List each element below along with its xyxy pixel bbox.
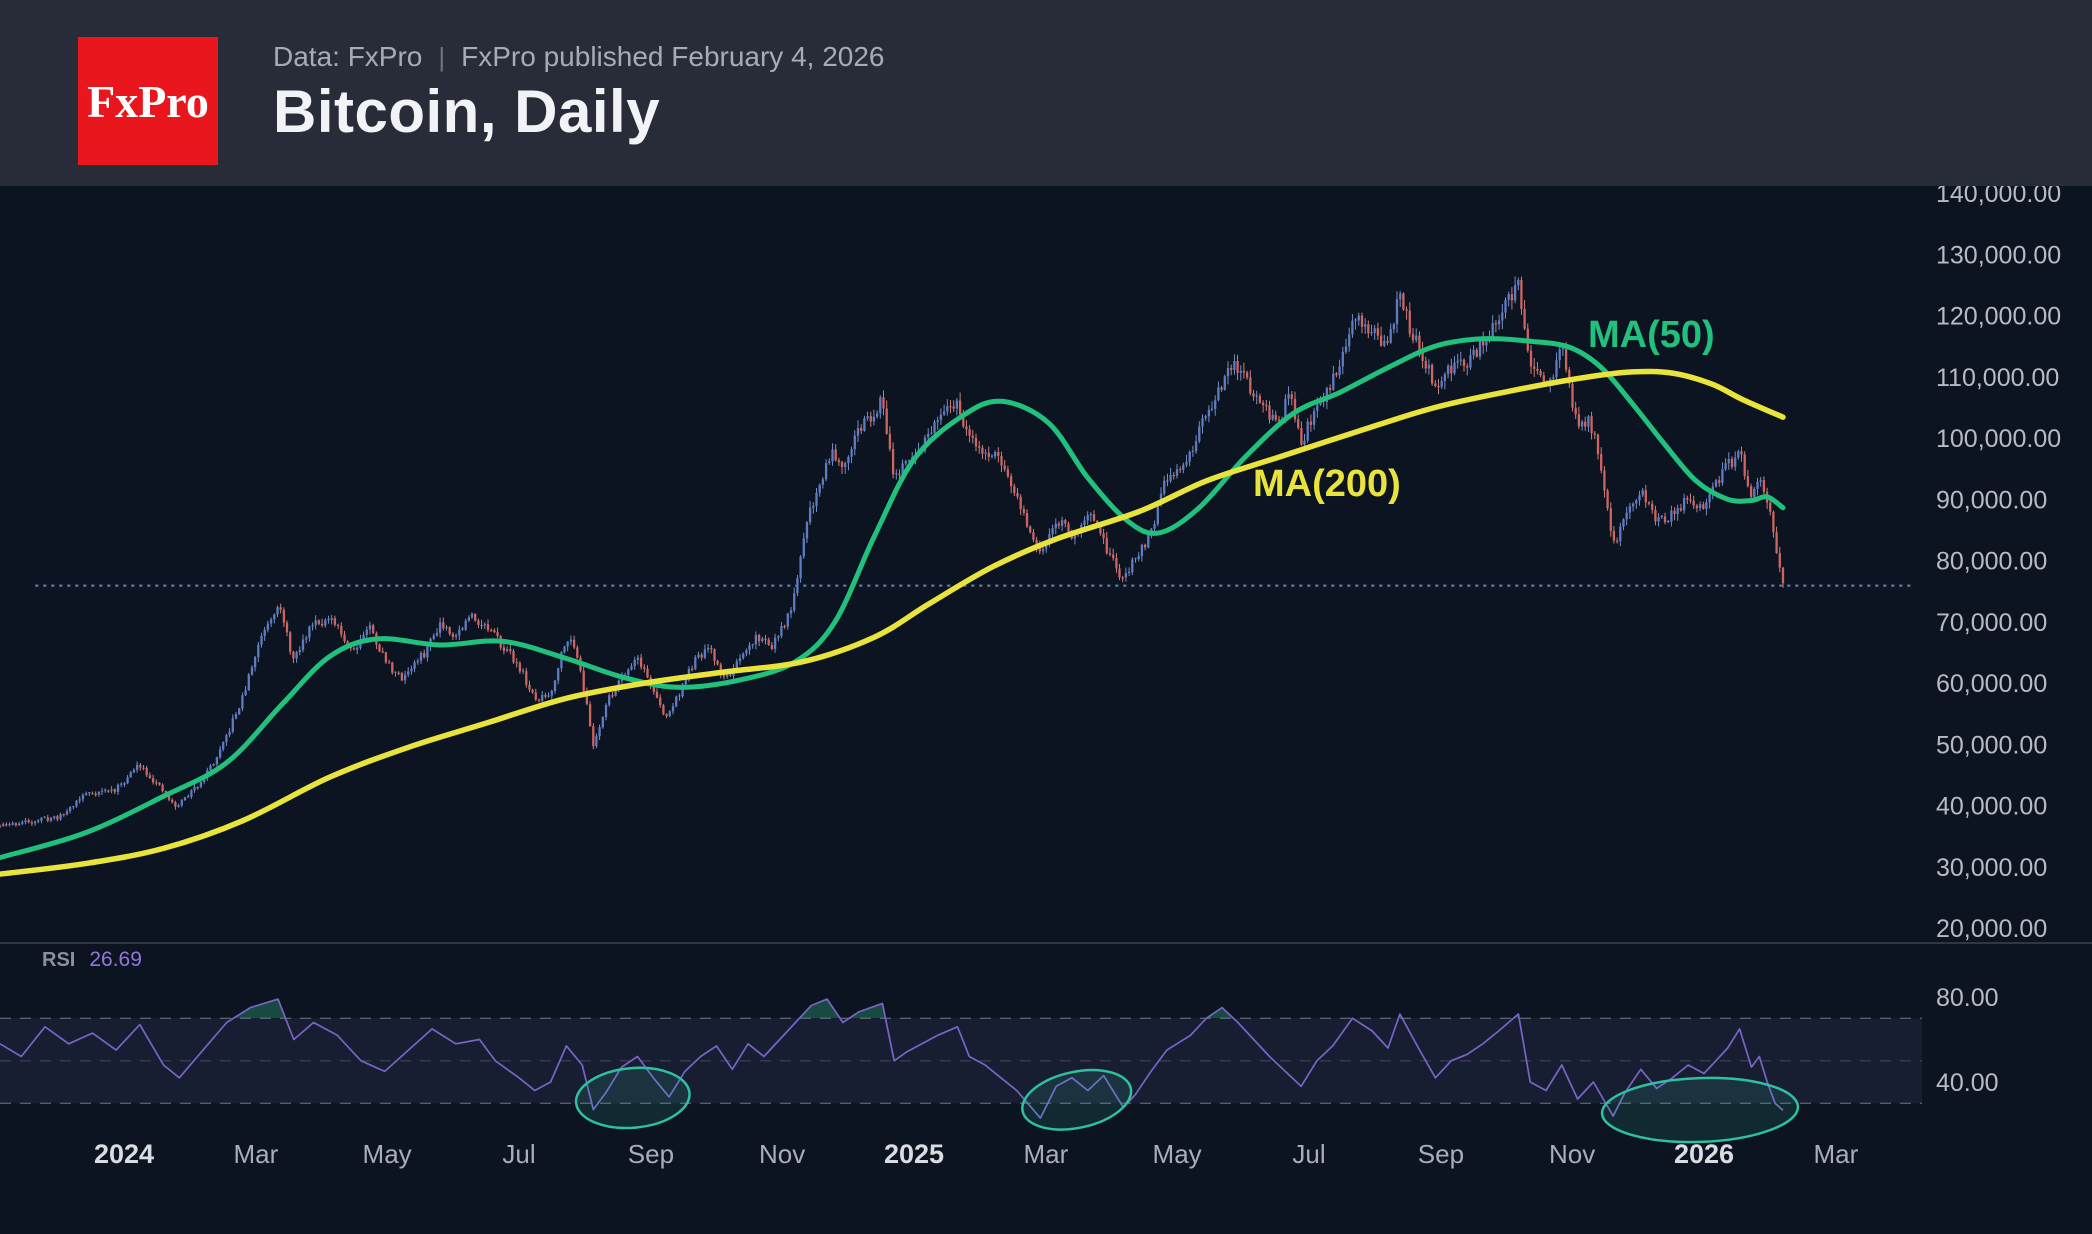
date-axis-tick: Jul <box>1292 1139 1325 1169</box>
price-axis-tick: 20,000.00 <box>1936 915 2047 943</box>
header-bar: FxPro Data: FxPro | FxPro published Februa… <box>0 0 2092 186</box>
ma50-label: MA(50) <box>1588 314 1715 357</box>
price-axis-tick: 120,000.00 <box>1936 303 2061 331</box>
price-axis-tick: 110,000.00 <box>1936 364 2059 392</box>
date-axis-tick: 2025 <box>884 1139 944 1169</box>
candles-layer <box>0 276 1783 828</box>
rsi-label: RSI <box>42 949 75 971</box>
price-axis-tick: 40,000.00 <box>1936 793 2047 821</box>
up-candle-wicks <box>3 276 1761 826</box>
date-axis-tick: 2026 <box>1674 1139 1734 1169</box>
data-source-text: Data: FxPro <box>273 41 422 72</box>
fxpro-logo-text: FxPro <box>87 75 209 128</box>
price-axis-tick: 80,000.00 <box>1936 548 2047 576</box>
price-axis-tick: 90,000.00 <box>1936 486 2047 514</box>
separator-pipe: | <box>438 42 445 72</box>
rsi-indicator-header: RSI 26.69 <box>42 948 142 972</box>
down-candle-bodies <box>0 280 1783 827</box>
fxpro-logo: FxPro <box>78 37 218 165</box>
down-candle-wicks <box>0 277 1783 829</box>
up-candle-bodies <box>3 280 1761 826</box>
ma50-line <box>0 339 1783 858</box>
page-title: Bitcoin, Daily <box>273 80 885 144</box>
rsi-axis-tick: 80.00 <box>1936 984 1999 1012</box>
rsi-value: 26.69 <box>89 948 142 971</box>
date-axis-tick: Nov <box>1549 1139 1595 1169</box>
date-axis-tick: Sep <box>1418 1139 1464 1169</box>
date-axis-tick: May <box>1153 1139 1202 1169</box>
date-axis-tick: Sep <box>628 1139 674 1169</box>
date-axis-tick: 2024 <box>94 1139 154 1169</box>
price-axis-tick: 130,000.00 <box>1936 241 2061 269</box>
price-axis-tick: 100,000.00 <box>1936 425 2061 453</box>
price-axis-tick: 50,000.00 <box>1936 731 2047 759</box>
date-axis-tick: Mar <box>1024 1139 1069 1169</box>
source-line: Data: FxPro | FxPro published February 4, … <box>273 40 885 74</box>
date-axis-tick: Mar <box>234 1139 279 1169</box>
price-axis-tick: 60,000.00 <box>1936 670 2047 698</box>
ma200-label: MA(200) <box>1253 463 1401 506</box>
price-axis-tick: 30,000.00 <box>1936 854 2047 882</box>
price-axis-tick: 70,000.00 <box>1936 609 2047 637</box>
date-axis-tick: Mar <box>1814 1139 1859 1169</box>
header-titles: Data: FxPro | FxPro published February 4, … <box>273 40 885 144</box>
rsi-axis-tick: 40.00 <box>1936 1069 1999 1097</box>
date-axis-tick: May <box>363 1139 412 1169</box>
date-axis-tick: Nov <box>759 1139 805 1169</box>
date-axis-tick: Jul <box>502 1139 535 1169</box>
published-text: FxPro published February 4, 2026 <box>461 41 884 72</box>
bitcoin-daily-chart-page: 140,000.00130,000.00120,000.00110,000.00… <box>0 0 2092 1234</box>
